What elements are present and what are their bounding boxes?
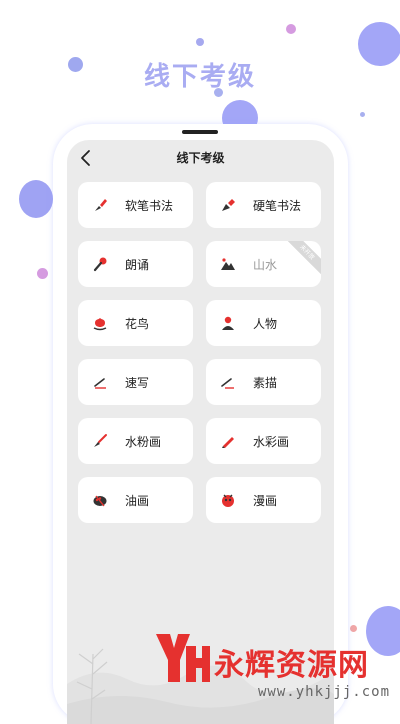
category-label: 山水 <box>253 258 278 272</box>
microphone-icon <box>93 257 107 272</box>
paint-brush-icon <box>94 434 107 447</box>
category-label: 硬笔书法 <box>253 199 302 213</box>
category-card[interactable]: 花鸟 <box>78 300 193 346</box>
category-label: 速写 <box>125 376 150 390</box>
category-label: 软笔书法 <box>125 199 174 213</box>
person-icon <box>222 316 234 330</box>
sketch-pen-icon <box>94 378 106 389</box>
watermark: 永辉资源网 www.yhkjjj.com <box>150 622 400 710</box>
phone-speaker <box>182 130 218 134</box>
category-label: 朗诵 <box>125 258 150 272</box>
decor-circle <box>286 24 296 34</box>
category-card[interactable]: 素描 <box>206 359 321 405</box>
category-card[interactable]: 人物 <box>206 300 321 346</box>
top-bar: 线下考级 <box>67 140 334 174</box>
banner-title: 线下考级 <box>143 62 256 92</box>
category-card[interactable]: 速写 <box>78 359 193 405</box>
fountain-pen-icon <box>222 199 235 211</box>
pencil-icon <box>222 437 234 448</box>
category-label: 漫画 <box>253 494 278 508</box>
cartoon-face-icon <box>222 494 234 507</box>
mountain-icon <box>221 258 235 270</box>
decor-circle <box>37 268 48 279</box>
category-label: 水彩画 <box>253 435 290 449</box>
category-card[interactable]: 油画 <box>78 477 193 523</box>
decor-circle <box>19 180 53 218</box>
screen-title: 线下考级 <box>176 151 225 165</box>
category-card[interactable]: 水彩画 <box>206 418 321 464</box>
category-card[interactable]: 硬笔书法 <box>206 182 321 228</box>
watermark-url: www.yhkjjj.com <box>258 684 391 700</box>
category-card[interactable]: 漫画 <box>206 477 321 523</box>
category-label: 人物 <box>253 317 278 331</box>
watermark-logo <box>156 634 210 682</box>
category-label: 油画 <box>125 494 150 508</box>
category-card[interactable]: 软笔书法 <box>78 182 193 228</box>
category-card[interactable]: 朗诵 <box>78 241 193 287</box>
palette-icon <box>93 495 107 507</box>
decor-circle <box>196 38 204 46</box>
category-label: 花鸟 <box>125 317 150 331</box>
not-open-badge: 未开放 <box>283 241 321 277</box>
pencil-line-icon <box>221 378 234 389</box>
category-card[interactable]: 水粉画 <box>78 418 193 464</box>
brush-pen-icon <box>95 199 107 211</box>
category-card[interactable]: 山水 未开放 <box>206 241 321 287</box>
decor-circle <box>360 112 365 117</box>
watermark-brand: 永辉资源网 <box>214 648 369 683</box>
category-label: 水粉画 <box>125 435 162 449</box>
category-label: 素描 <box>253 376 278 390</box>
flower-icon <box>93 318 107 331</box>
